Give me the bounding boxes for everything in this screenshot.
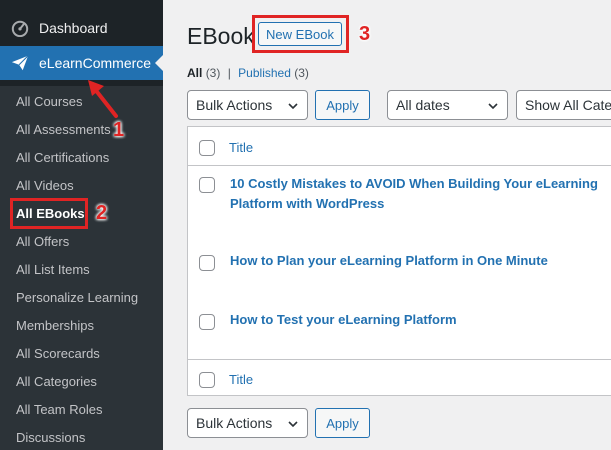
column-header-title[interactable]: Title bbox=[229, 140, 253, 155]
filter-separator: | bbox=[227, 66, 231, 80]
submenu: All Courses All Assessments All Certific… bbox=[0, 86, 163, 450]
select-all-checkbox[interactable] bbox=[199, 140, 215, 156]
ebooks-table: Title 10 Costly Mistakes to AVOID When B… bbox=[187, 126, 611, 396]
sidebar-item-all-scorecards[interactable]: All Scorecards bbox=[16, 346, 100, 361]
table-row-title[interactable]: 10 Costly Mistakes to AVOID When Buildin… bbox=[230, 174, 610, 214]
filter-published[interactable]: Published bbox=[238, 66, 291, 80]
menu-elearncommerce-label: eLearnCommerce bbox=[39, 55, 152, 71]
status-filters: All (3) | Published (3) bbox=[187, 66, 309, 80]
column-footer-title[interactable]: Title bbox=[229, 372, 253, 387]
date-filter-select[interactable]: All dates bbox=[387, 90, 508, 120]
sidebar-item-all-categories[interactable]: All Categories bbox=[16, 374, 97, 389]
annotation-step-3: 3 bbox=[359, 23, 371, 45]
dashboard-icon bbox=[11, 20, 29, 37]
bulk-actions-select[interactable]: Bulk Actions bbox=[187, 90, 308, 120]
annotation-box-all-ebooks bbox=[10, 198, 88, 229]
category-filter-select[interactable]: Show All Categories bbox=[516, 90, 611, 120]
row-checkbox[interactable] bbox=[199, 255, 215, 271]
filter-published-count: (3) bbox=[294, 66, 309, 80]
sidebar-item-all-list-items[interactable]: All List Items bbox=[16, 262, 90, 277]
table-row-title[interactable]: How to Test your eLearning Platform bbox=[230, 310, 610, 330]
sidebar-item-all-team-roles[interactable]: All Team Roles bbox=[16, 402, 102, 417]
menu-elearncommerce[interactable]: eLearnCommerce bbox=[0, 46, 163, 80]
sidebar-item-all-certifications[interactable]: All Certifications bbox=[16, 150, 109, 165]
sidebar-item-discussions[interactable]: Discussions bbox=[16, 430, 85, 445]
sidebar-item-all-videos[interactable]: All Videos bbox=[16, 178, 74, 193]
sidebar-item-personalize-learning[interactable]: Personalize Learning bbox=[16, 290, 138, 305]
row-checkbox[interactable] bbox=[199, 177, 215, 193]
footer-divider bbox=[188, 359, 611, 360]
annotation-step-1: 1 bbox=[113, 119, 125, 141]
chevron-down-icon bbox=[288, 103, 298, 110]
menu-dashboard-label: Dashboard bbox=[39, 20, 108, 36]
sidebar-item-all-offers[interactable]: All Offers bbox=[16, 234, 69, 249]
page-title: EBook bbox=[187, 23, 255, 49]
apply-button[interactable]: Apply bbox=[315, 90, 370, 120]
select-all-checkbox-footer[interactable] bbox=[199, 372, 215, 388]
chevron-down-icon bbox=[288, 421, 298, 428]
chevron-down-icon bbox=[488, 103, 498, 110]
sidebar-item-all-courses[interactable]: All Courses bbox=[16, 94, 82, 109]
menu-dashboard[interactable]: Dashboard bbox=[0, 14, 163, 42]
sidebar-item-memberships[interactable]: Memberships bbox=[16, 318, 94, 333]
filter-all-count: (3) bbox=[205, 66, 221, 80]
header-divider bbox=[188, 165, 611, 166]
table-row-title[interactable]: How to Plan your eLearning Platform in O… bbox=[230, 251, 610, 271]
bottom-bulk-actions-value: Bulk Actions bbox=[196, 415, 273, 431]
filter-all[interactable]: All bbox=[187, 66, 202, 80]
annotation-step-2: 2 bbox=[96, 202, 108, 224]
paper-plane-icon bbox=[11, 55, 29, 71]
bulk-actions-value: Bulk Actions bbox=[196, 97, 273, 113]
bottom-bulk-actions-select[interactable]: Bulk Actions bbox=[187, 408, 308, 438]
bottom-apply-button[interactable]: Apply bbox=[315, 408, 370, 438]
date-filter-value: All dates bbox=[396, 97, 450, 113]
category-filter-value: Show All Categories bbox=[525, 97, 611, 113]
annotation-box-new-ebook bbox=[252, 15, 349, 53]
row-checkbox[interactable] bbox=[199, 314, 215, 330]
